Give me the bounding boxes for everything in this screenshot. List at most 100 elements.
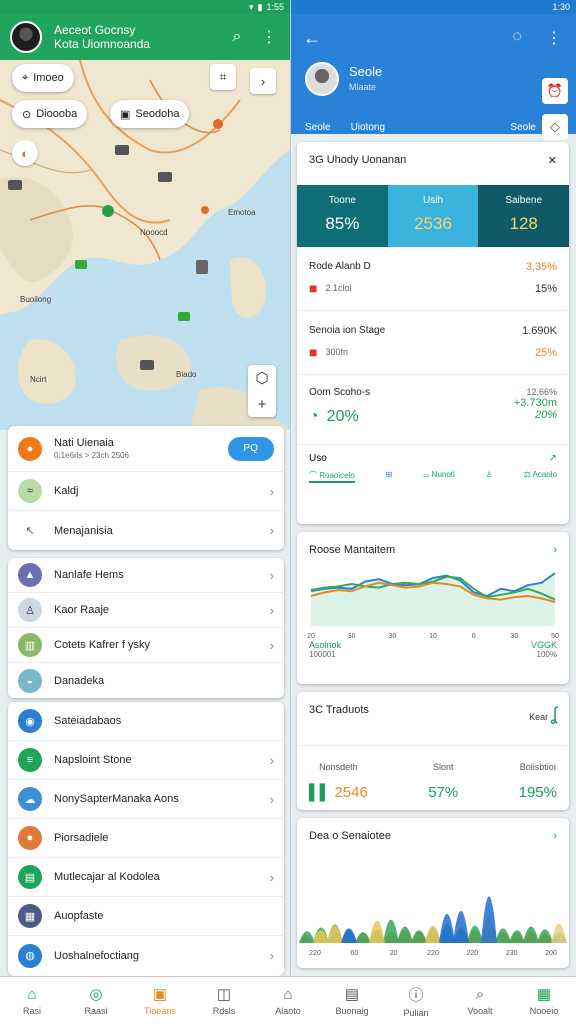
metric-row[interactable]: Senoia ion Stage ■ 300fn 1.690K 25%: [297, 311, 569, 375]
place-card-header[interactable]: ● Nati Uienaia 0:1e6rls > 23ch 2506 PQ: [8, 426, 284, 472]
back-arrow-icon[interactable]: ←: [303, 28, 321, 49]
status-bar: 1:30: [291, 0, 576, 14]
list-item[interactable]: ◍ Uoshalnefoctiang ›: [8, 936, 284, 975]
stat-tile[interactable]: Usih 2536: [387, 185, 479, 247]
trade-stat[interactable]: Slont 57%: [428, 762, 458, 801]
list-item[interactable]: ≡ Napsloint Stone ›: [8, 741, 284, 780]
stat-value: 2536: [414, 214, 452, 233]
info-icon: ⓘ: [408, 986, 424, 1004]
metric-value: 1.690K: [522, 325, 557, 337]
map-search-chip[interactable]: ⌖ Imoeo: [12, 64, 74, 92]
metric-pct: 15%: [534, 283, 557, 295]
list-item[interactable]: ◒ Danadeka: [8, 663, 284, 698]
nav-trips[interactable]: ▣ Tioeans: [128, 977, 192, 1024]
crop-icon[interactable]: ⌗: [210, 64, 236, 90]
alarm-icon[interactable]: ⏰: [542, 78, 568, 104]
nav-more[interactable]: ▦ Nooeio: [512, 977, 576, 1024]
nav-home[interactable]: ⌂ Rasi: [0, 977, 64, 1024]
footer-label: Uso: [309, 453, 327, 464]
x-tick-label: 20: [307, 633, 315, 640]
list-item[interactable]: ● Piorsadiele: [8, 819, 284, 858]
categories-list: ◉ Sateiadabaos ≡ Napsloint Stone › ☁ Non…: [8, 702, 284, 976]
list-item[interactable]: ◉ Sateiadabaos: [8, 702, 284, 741]
chevron-right-icon[interactable]: ›: [553, 544, 557, 556]
nav-deals[interactable]: ◫ Rdsls: [192, 977, 256, 1024]
list-item[interactable]: ↖ Menajanisia ›: [8, 511, 284, 550]
trade-stat[interactable]: Boiisbtioi 195%: [519, 762, 557, 801]
box-icon: ■: [309, 280, 318, 296]
bell-icon: ⌂: [283, 985, 293, 1003]
bar-mark: [411, 930, 427, 943]
avatar[interactable]: [305, 62, 339, 96]
place-icon: ●: [18, 436, 42, 461]
nav-label: Vooalt: [467, 1005, 493, 1016]
more-icon[interactable]: ⋮: [258, 26, 280, 48]
nav-bookings[interactable]: ▤ Buonaig: [320, 977, 384, 1024]
zoom-control: ⬡ +: [248, 365, 276, 417]
map-layer-icon[interactable]: ◐: [12, 140, 38, 166]
calendar-icon: ▤: [344, 986, 360, 1003]
nav-label: Raasi: [84, 1006, 108, 1016]
x-tick-label: 30: [388, 633, 396, 640]
scale-icon[interactable]: ⚖ Acaolo: [524, 470, 557, 483]
list-item[interactable]: ▤ Mutlecajar al Kodolea ›: [8, 858, 284, 897]
list-item[interactable]: ☁ NonySapterManaka Aons ›: [8, 780, 284, 819]
chevron-right-icon[interactable]: ›: [553, 830, 557, 842]
search-icon[interactable]: ⌕: [226, 26, 248, 48]
list-item[interactable]: ▥ Cotets Kafrer f ysky ›: [8, 628, 284, 663]
bar-mark: [453, 910, 469, 943]
place-action-button[interactable]: PQ: [227, 436, 274, 461]
places-list: ▲ Nanlafe Hems › ♙ Kaor Raaje › ▥ Cotets…: [8, 558, 284, 698]
list-item[interactable]: ▲ Nanlafe Hems ›: [8, 558, 284, 593]
tab-left[interactable]: Seole: [305, 122, 331, 133]
mini-chart-icon[interactable]: ⌒ Roaoicelo: [309, 470, 355, 483]
nav-label: Alaoto: [275, 1005, 301, 1016]
cursor-icon: ↖: [18, 518, 42, 543]
list-item[interactable]: ♙ Kaor Raaje ›: [8, 593, 284, 628]
metric-row[interactable]: Oom Scoho-s ◔ 20% 12,66% +3.730m 20%: [297, 375, 569, 445]
nav-alerts[interactable]: ⌂ Alaoto: [256, 977, 320, 1024]
place-title: Nati Uienaia: [54, 437, 114, 449]
zoom-in-button[interactable]: +: [248, 391, 276, 417]
bar-mark: [467, 925, 483, 943]
nav-search[interactable]: ⌕ Vooalt: [448, 977, 512, 1024]
bar-mark: [439, 913, 455, 943]
map-filter-chip-1[interactable]: ⊙ Dioooba: [12, 100, 88, 128]
chat-icon[interactable]: ◌: [512, 28, 522, 46]
tab-mid[interactable]: Uiotong: [351, 122, 385, 133]
nav-label: Rdsls: [212, 1006, 236, 1016]
more-icon[interactable]: ⋮: [546, 28, 562, 48]
metric-value: 12,66%: [526, 387, 557, 397]
nav-guides[interactable]: ⓘ Pulian: [384, 977, 448, 1024]
metric-row[interactable]: Rode Alanb D ■ 2.1cloi 3,35% 15%: [297, 247, 569, 311]
map-screen: ▾ ▮ 1:55 Aeceot Gocnsy Kota Uiomnoanda ⌕…: [0, 0, 290, 976]
person-icon[interactable]: ♙: [486, 470, 493, 483]
list-item[interactable]: ≈ Kaldj ›: [8, 472, 284, 511]
line-chart-title: Roose Mantaitem: [309, 544, 396, 556]
trade-stat[interactable]: Nonsdeth ▌▌ 2546: [309, 762, 368, 801]
avatar[interactable]: [10, 21, 42, 53]
store-icon: ▦: [536, 986, 552, 1003]
bar-mark: [369, 920, 385, 943]
stat-tile[interactable]: Toone 85%: [297, 185, 388, 247]
stat-tile[interactable]: Saibene 128: [478, 185, 569, 247]
map-filter-chip-2[interactable]: ▣ Seodoha: [110, 100, 190, 128]
header-title: Aeceot Gocnsy Kota Uiomnoanda: [54, 23, 216, 51]
map-view[interactable]: ⌖ Imoeo ⌗ › ⊙ Dioooba ▣ Seodoha ◐ Nooocd…: [0, 60, 290, 430]
compass-icon[interactable]: ⬡: [248, 365, 276, 391]
tag-icon[interactable]: ◇: [542, 114, 568, 140]
list-item-label: Mutlecajar al Kodolea: [54, 871, 160, 883]
list-item[interactable]: ▦ Auopfaste: [8, 897, 284, 936]
nav-explore[interactable]: ◎ Raasi: [64, 977, 128, 1024]
bar-chart-header: Dea o Senaiotee ›: [297, 818, 569, 842]
status-bar: ▾ ▮ 1:55: [0, 0, 290, 14]
chevron-right-icon: ›: [269, 567, 274, 583]
grid-icon[interactable]: ⊞: [386, 470, 393, 483]
curve-icon[interactable]: ⌓ Nunotl: [423, 470, 455, 483]
close-icon[interactable]: ✕: [548, 154, 557, 167]
expand-icon[interactable]: ›: [250, 68, 276, 94]
map-filter-2-label: Seodoha: [135, 108, 180, 120]
tab-right[interactable]: Seole: [510, 122, 536, 133]
place-subtitle: 0:1e6rls > 23ch 2506: [54, 451, 129, 460]
map-search-label: Imoeo: [33, 72, 64, 84]
